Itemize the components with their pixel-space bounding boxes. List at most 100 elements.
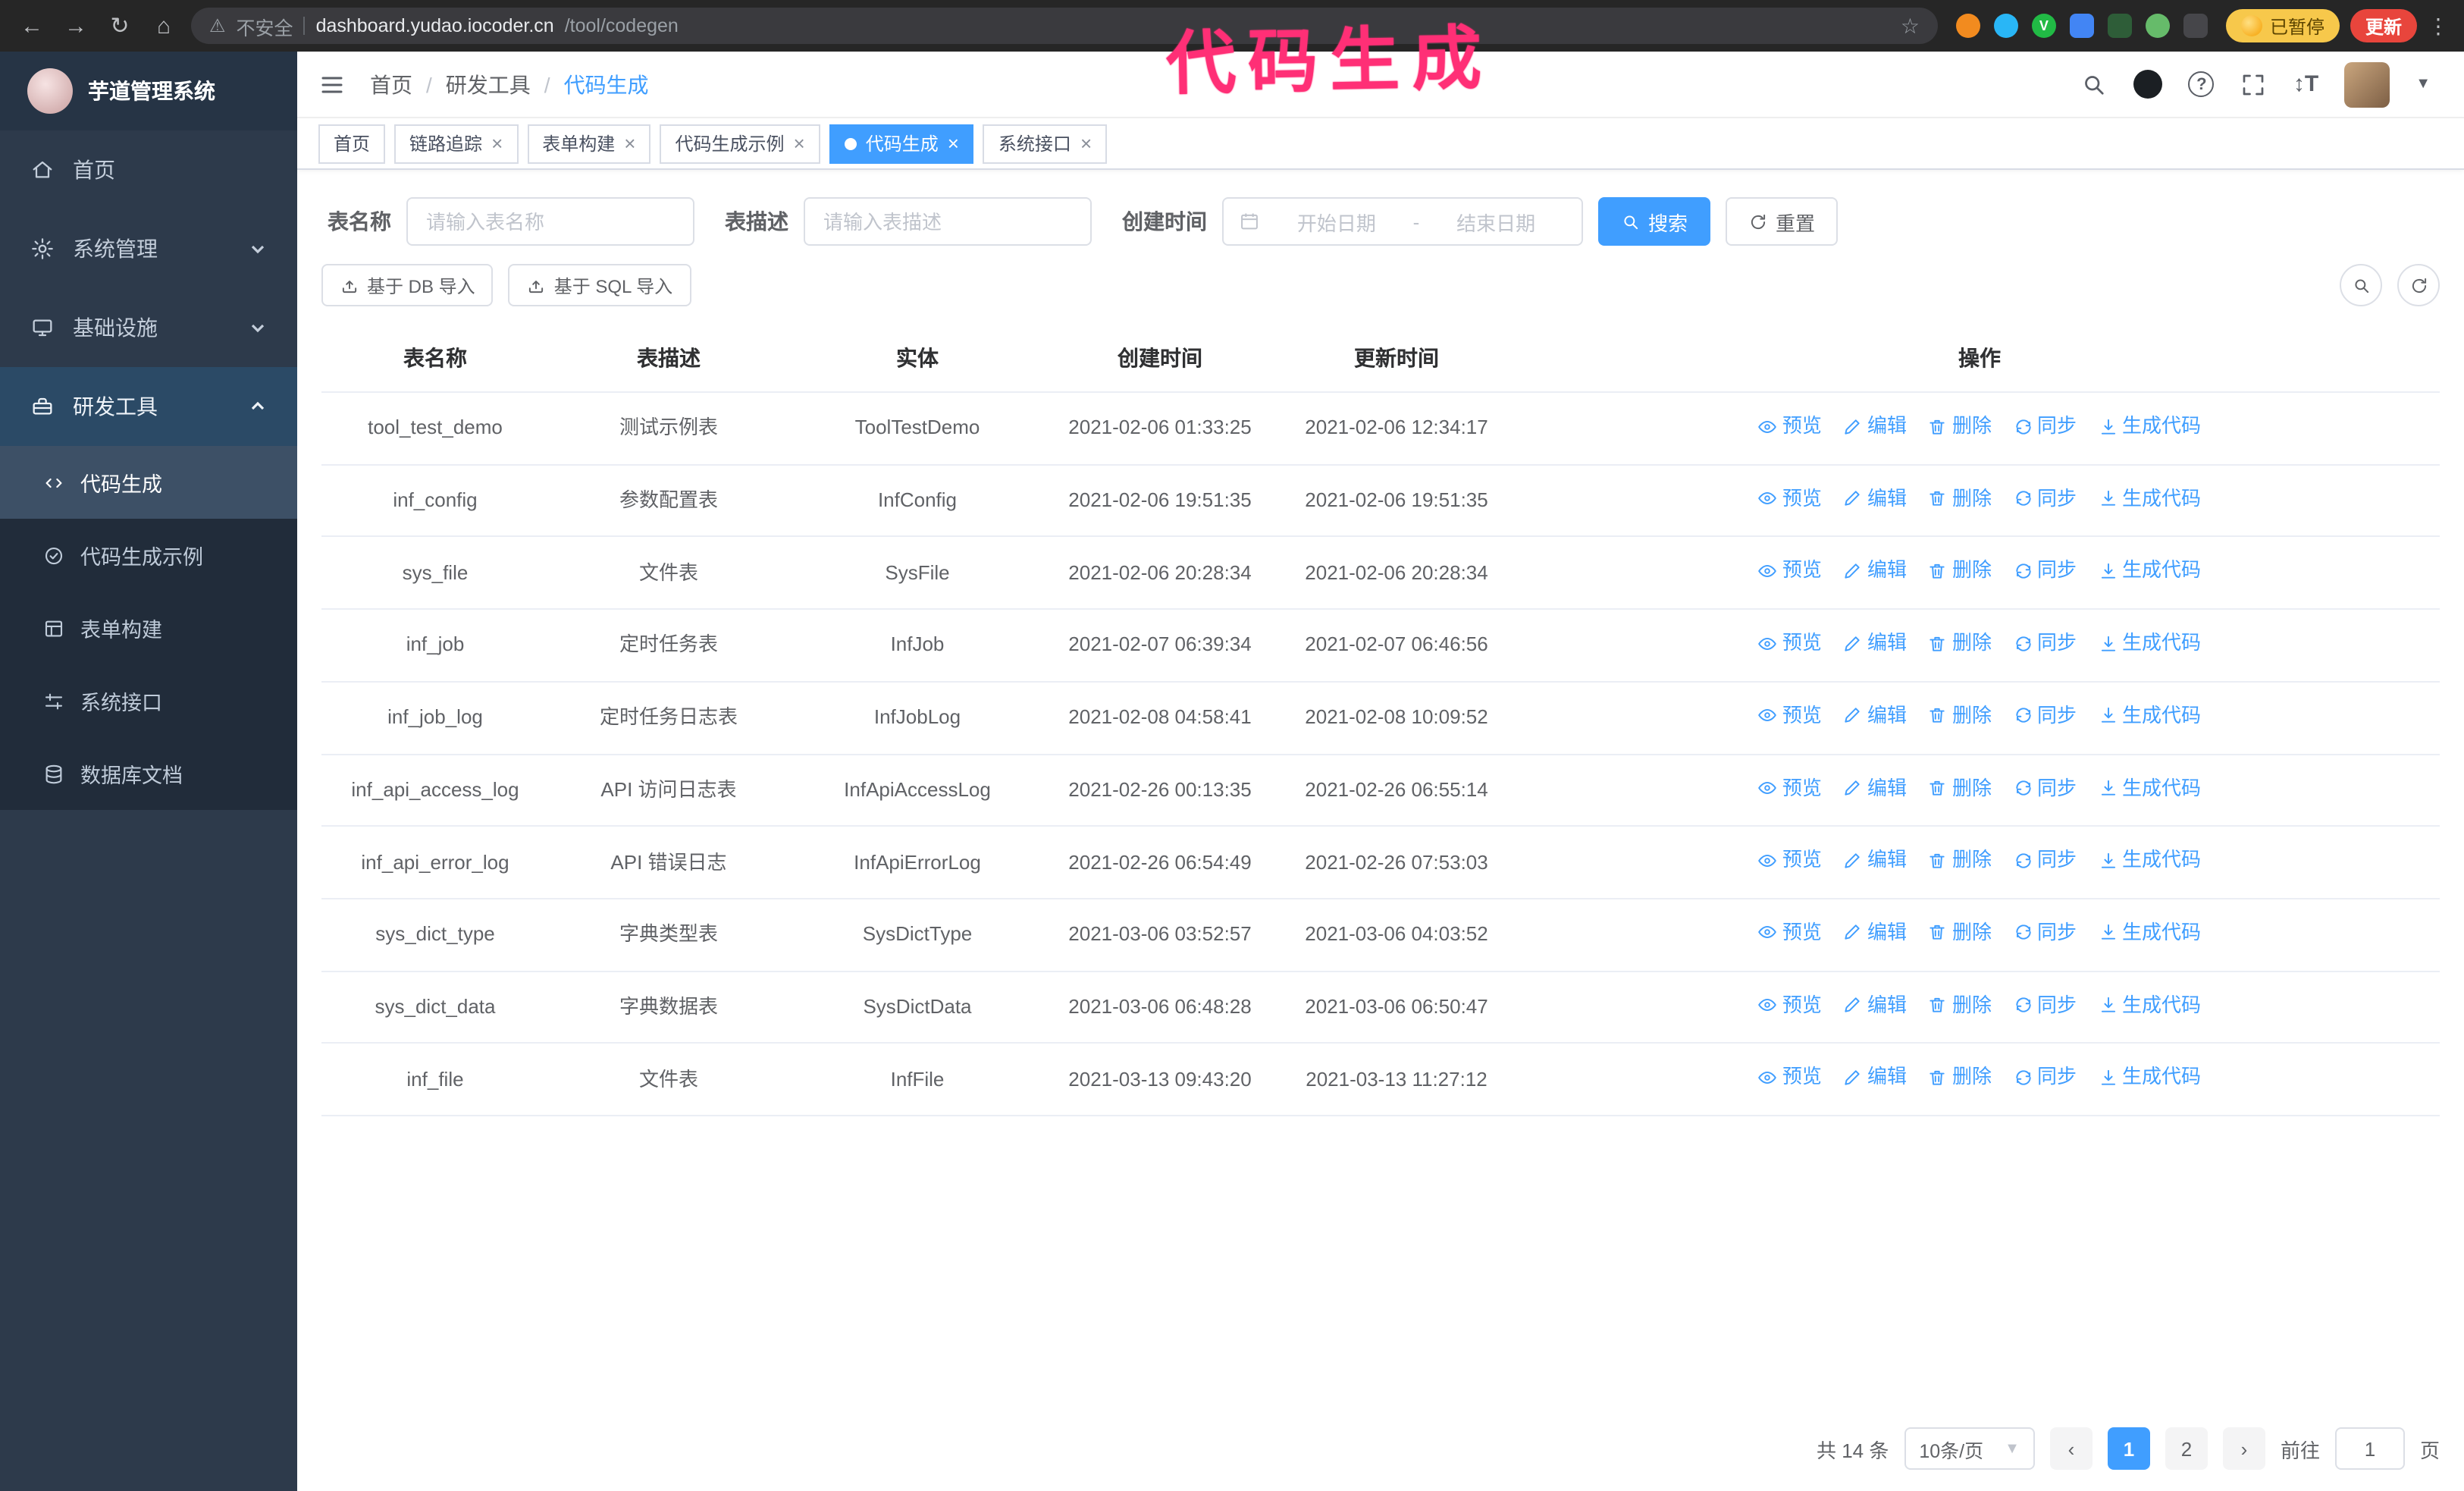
page-size-select[interactable]: 10条/页 ▼	[1904, 1427, 2035, 1470]
reload-button[interactable]: ↻	[103, 9, 136, 42]
eye-action-link[interactable]: 预览	[1758, 773, 1822, 803]
next-page-button[interactable]: ›	[2222, 1427, 2265, 1470]
tab-home[interactable]: 首页	[318, 124, 386, 163]
pencil-action-link[interactable]: 编辑	[1843, 990, 1907, 1020]
font-size-icon[interactable]: ↕T	[2293, 71, 2318, 97]
download-action-link[interactable]: 生成代码	[2098, 918, 2201, 948]
sync-action-link[interactable]: 同步	[2013, 990, 2077, 1020]
tab-codegen[interactable]: 代码生成 ×	[829, 124, 974, 163]
tab-codegen-demo[interactable]: 代码生成示例 ×	[660, 124, 820, 163]
eye-action-link[interactable]: 预览	[1758, 1063, 1822, 1093]
download-action-link[interactable]: 生成代码	[2098, 556, 2201, 586]
forward-button[interactable]: →	[59, 9, 92, 42]
tab-api[interactable]: 系统接口 ×	[983, 124, 1108, 163]
download-action-link[interactable]: 生成代码	[2098, 773, 2201, 803]
sidebar-item-codegen-demo[interactable]: 代码生成示例	[0, 519, 297, 592]
update-button[interactable]: 更新	[2350, 9, 2417, 42]
sidebar-item-home[interactable]: 首页	[0, 130, 297, 209]
pencil-action-link[interactable]: 编辑	[1843, 918, 1907, 948]
eye-action-link[interactable]: 预览	[1758, 556, 1822, 586]
pencil-action-link[interactable]: 编辑	[1843, 411, 1907, 441]
browser-menu-icon[interactable]: ⋮	[2428, 13, 2449, 39]
table-desc-input[interactable]	[804, 197, 1092, 246]
import-sql-button[interactable]: 基于 SQL 导入	[508, 264, 691, 306]
user-menu-caret-icon[interactable]: ▼	[2415, 76, 2431, 93]
extension-icon[interactable]	[1955, 14, 1980, 38]
trash-action-link[interactable]: 删除	[1928, 773, 1992, 803]
goto-page-input[interactable]	[2334, 1427, 2405, 1470]
eye-action-link[interactable]: 预览	[1758, 918, 1822, 948]
close-icon[interactable]: ×	[1080, 133, 1092, 153]
prev-page-button[interactable]: ‹	[2049, 1427, 2093, 1470]
trash-action-link[interactable]: 删除	[1928, 918, 1992, 948]
sync-action-link[interactable]: 同步	[2013, 483, 2077, 513]
pencil-action-link[interactable]: 编辑	[1843, 845, 1907, 875]
url-bar[interactable]: ⚠ 不安全 dashboard.yudao.iocoder.cn/tool/co…	[191, 8, 1938, 44]
pencil-action-link[interactable]: 编辑	[1843, 628, 1907, 658]
bookmark-star-icon[interactable]: ☆	[1901, 13, 1920, 39]
pencil-action-link[interactable]: 编辑	[1843, 1063, 1907, 1093]
sync-action-link[interactable]: 同步	[2013, 411, 2077, 441]
extension-icon[interactable]	[2069, 14, 2094, 38]
sidebar-item-infra[interactable]: 基础设施	[0, 288, 297, 367]
page-button-2[interactable]: 2	[2165, 1427, 2208, 1470]
search-button[interactable]: 搜索	[1598, 197, 1711, 246]
toggle-search-button[interactable]	[2340, 264, 2382, 306]
paused-badge[interactable]: 已暂停	[2225, 9, 2340, 42]
trash-action-link[interactable]: 删除	[1928, 628, 1992, 658]
table-name-input[interactable]	[406, 197, 694, 246]
github-icon[interactable]	[2133, 70, 2163, 99]
download-action-link[interactable]: 生成代码	[2098, 1063, 2201, 1093]
user-avatar[interactable]	[2344, 61, 2390, 107]
trash-action-link[interactable]: 删除	[1928, 701, 1992, 731]
import-db-button[interactable]: 基于 DB 导入	[321, 264, 494, 306]
trash-action-link[interactable]: 删除	[1928, 411, 1992, 441]
pencil-action-link[interactable]: 编辑	[1843, 556, 1907, 586]
eye-action-link[interactable]: 预览	[1758, 701, 1822, 731]
puzzle-extensions-icon[interactable]	[2183, 14, 2208, 38]
download-action-link[interactable]: 生成代码	[2098, 701, 2201, 731]
home-button[interactable]: ⌂	[147, 9, 180, 42]
eye-action-link[interactable]: 预览	[1758, 628, 1822, 658]
logo[interactable]: 芋道管理系统	[0, 52, 297, 130]
breadcrumb-devtools[interactable]: 研发工具	[446, 69, 531, 99]
close-icon[interactable]: ×	[491, 133, 503, 153]
sidebar-item-codegen[interactable]: 代码生成	[0, 446, 297, 519]
extension-icon[interactable]	[2107, 14, 2132, 38]
sidebar-item-form-builder[interactable]: 表单构建	[0, 592, 297, 664]
sync-action-link[interactable]: 同步	[2013, 845, 2077, 875]
sidebar-toggle-hamburger-icon[interactable]	[318, 71, 346, 98]
extension-icon[interactable]	[1993, 14, 2018, 38]
close-icon[interactable]: ×	[794, 133, 805, 153]
page-button-1[interactable]: 1	[2107, 1427, 2150, 1470]
sidebar-item-api[interactable]: 系统接口	[0, 664, 297, 737]
back-button[interactable]: ←	[15, 9, 49, 42]
trash-action-link[interactable]: 删除	[1928, 1063, 1992, 1093]
trash-action-link[interactable]: 删除	[1928, 990, 1992, 1020]
close-icon[interactable]: ×	[948, 133, 959, 153]
reset-button[interactable]: 重置	[1726, 197, 1839, 246]
sidebar-item-system[interactable]: 系统管理	[0, 209, 297, 288]
eye-action-link[interactable]: 预览	[1758, 990, 1822, 1020]
sync-action-link[interactable]: 同步	[2013, 628, 2077, 658]
eye-action-link[interactable]: 预览	[1758, 845, 1822, 875]
tab-trace[interactable]: 链路追踪 ×	[394, 124, 519, 163]
create-time-range-picker[interactable]: 开始日期 - 结束日期	[1222, 197, 1583, 246]
trash-action-link[interactable]: 删除	[1928, 556, 1992, 586]
sidebar-item-devtools[interactable]: 研发工具	[0, 367, 297, 446]
eye-action-link[interactable]: 预览	[1758, 411, 1822, 441]
download-action-link[interactable]: 生成代码	[2098, 990, 2201, 1020]
refresh-table-button[interactable]	[2397, 264, 2440, 306]
extension-icon[interactable]	[2145, 14, 2170, 38]
extension-icon[interactable]: V	[2031, 14, 2056, 38]
sync-action-link[interactable]: 同步	[2013, 773, 2077, 803]
sync-action-link[interactable]: 同步	[2013, 556, 2077, 586]
download-action-link[interactable]: 生成代码	[2098, 628, 2201, 658]
pencil-action-link[interactable]: 编辑	[1843, 773, 1907, 803]
fullscreen-icon[interactable]	[2240, 71, 2268, 98]
close-icon[interactable]: ×	[624, 133, 635, 153]
download-action-link[interactable]: 生成代码	[2098, 845, 2201, 875]
download-action-link[interactable]: 生成代码	[2098, 411, 2201, 441]
sync-action-link[interactable]: 同步	[2013, 1063, 2077, 1093]
pencil-action-link[interactable]: 编辑	[1843, 483, 1907, 513]
